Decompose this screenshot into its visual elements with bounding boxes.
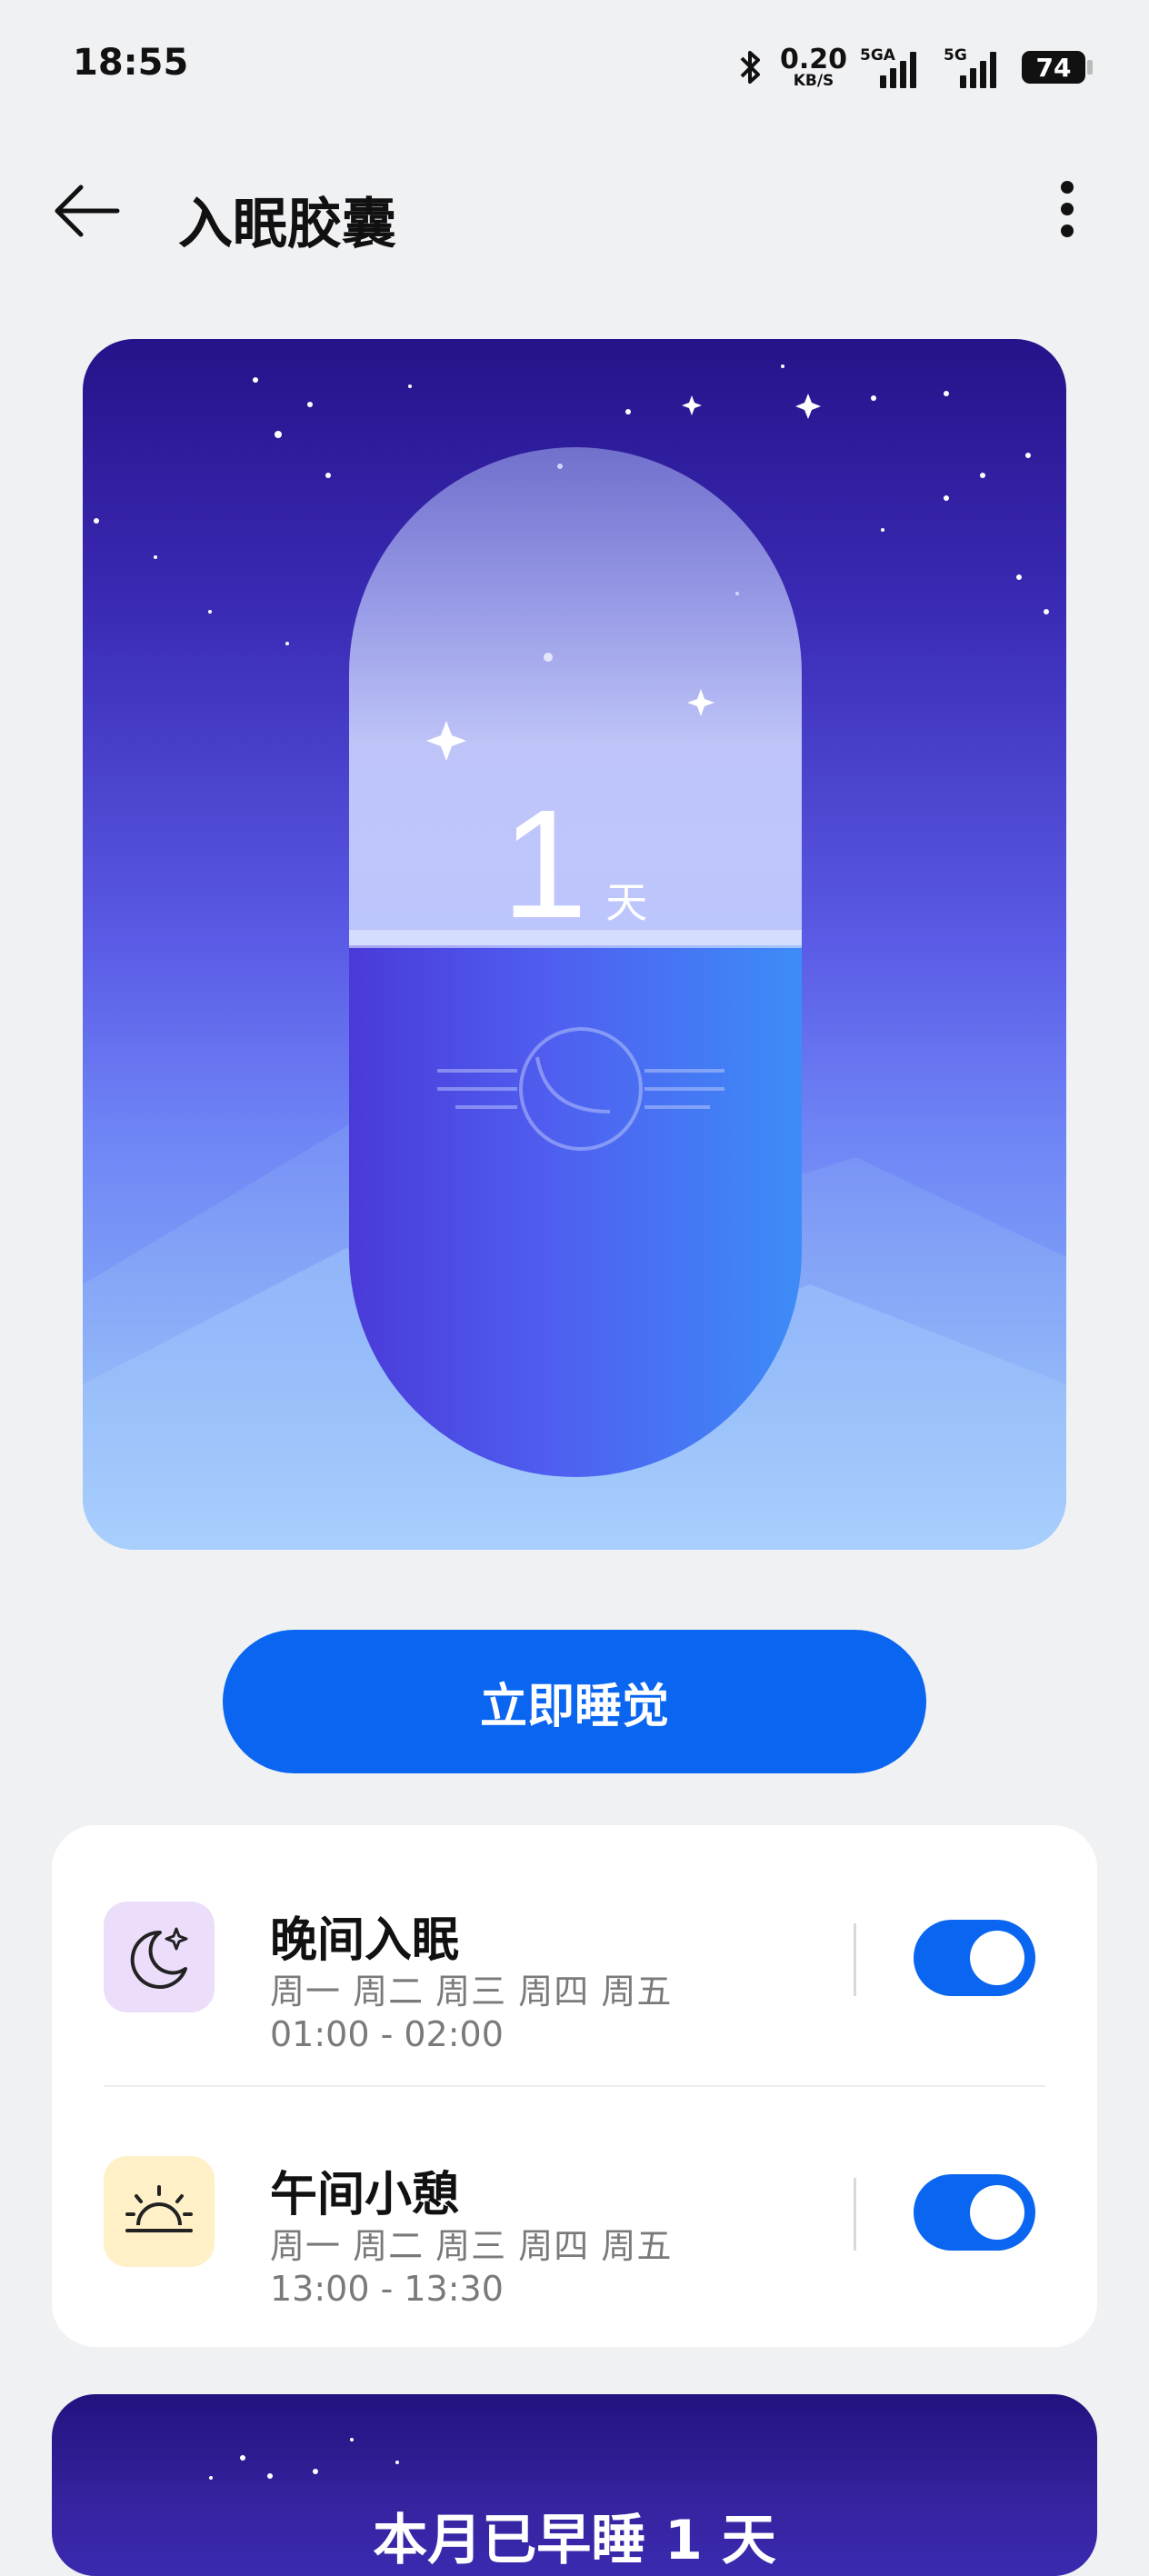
app-header: 入眠胶囊 — [0, 155, 1149, 264]
divider — [854, 2178, 856, 2251]
divider — [854, 1923, 856, 1996]
schedule-time: 13:00 - 13:30 — [270, 2269, 504, 2309]
moon-stars-icon — [130, 1927, 188, 1989]
status-icons: 0.20 KB/S 5GA 5G 74 — [738, 40, 1093, 95]
page-title: 入眠胶囊 — [178, 193, 396, 256]
monthly-summary-title: 本月已早睡 1 天 — [373, 2509, 776, 2572]
status-time: 18:55 — [73, 42, 189, 84]
nap-schedule-toggle[interactable] — [914, 2174, 1035, 2251]
back-button[interactable] — [50, 175, 123, 247]
schedule-time: 01:00 - 02:00 — [270, 2014, 504, 2054]
day-count-number: 1 — [501, 778, 588, 951]
arrow-left-icon — [55, 185, 120, 237]
night-schedule-toggle[interactable] — [914, 1920, 1035, 1996]
schedule-name: 晚间入眠 — [270, 1913, 460, 1968]
more-vertical-icon — [1061, 181, 1074, 237]
signal-icon-sim2: 5G — [944, 46, 1005, 88]
schedule-row-night[interactable]: 晚间入眠 周一 周二 周三 周四 周五 01:00 - 02:00 — [52, 1825, 1097, 2080]
bluetooth-icon — [740, 51, 760, 84]
nap-icon-tile — [104, 2156, 215, 2267]
night-icon-tile — [104, 1902, 215, 2012]
sleep-now-button[interactable]: 立即睡觉 — [223, 1630, 926, 1773]
signal-icon-sim1: 5GA — [860, 46, 931, 88]
sleep-schedule-list: 晚间入眠 周一 周二 周三 周四 周五 01:00 - 02:00 午间小憩 周… — [52, 1825, 1097, 2347]
monthly-summary-card[interactable]: 本月已早睡 1 天 — [52, 2394, 1097, 2576]
network-speed: 0.20 KB/S — [779, 43, 847, 90]
schedule-name: 午间小憩 — [270, 2168, 460, 2222]
schedule-row-nap[interactable]: 午间小憩 周一 周二 周三 周四 周五 13:00 - 13:30 — [52, 2080, 1097, 2334]
battery-icon: 74 — [1022, 51, 1093, 84]
early-sleep-day-count: 1天 — [83, 775, 1066, 954]
more-options-button[interactable] — [1040, 173, 1094, 245]
schedule-days: 周一 周二 周三 周四 周五 — [270, 2226, 673, 2266]
sunrise-icon — [125, 2185, 193, 2232]
status-bar: 18:55 0.20 KB/S 5GA 5G 74 — [0, 0, 1149, 136]
sleep-capsule-hero: 1天 — [83, 339, 1066, 1550]
day-count-unit: 天 — [605, 878, 648, 927]
schedule-days: 周一 周二 周三 周四 周五 — [270, 1972, 673, 2012]
